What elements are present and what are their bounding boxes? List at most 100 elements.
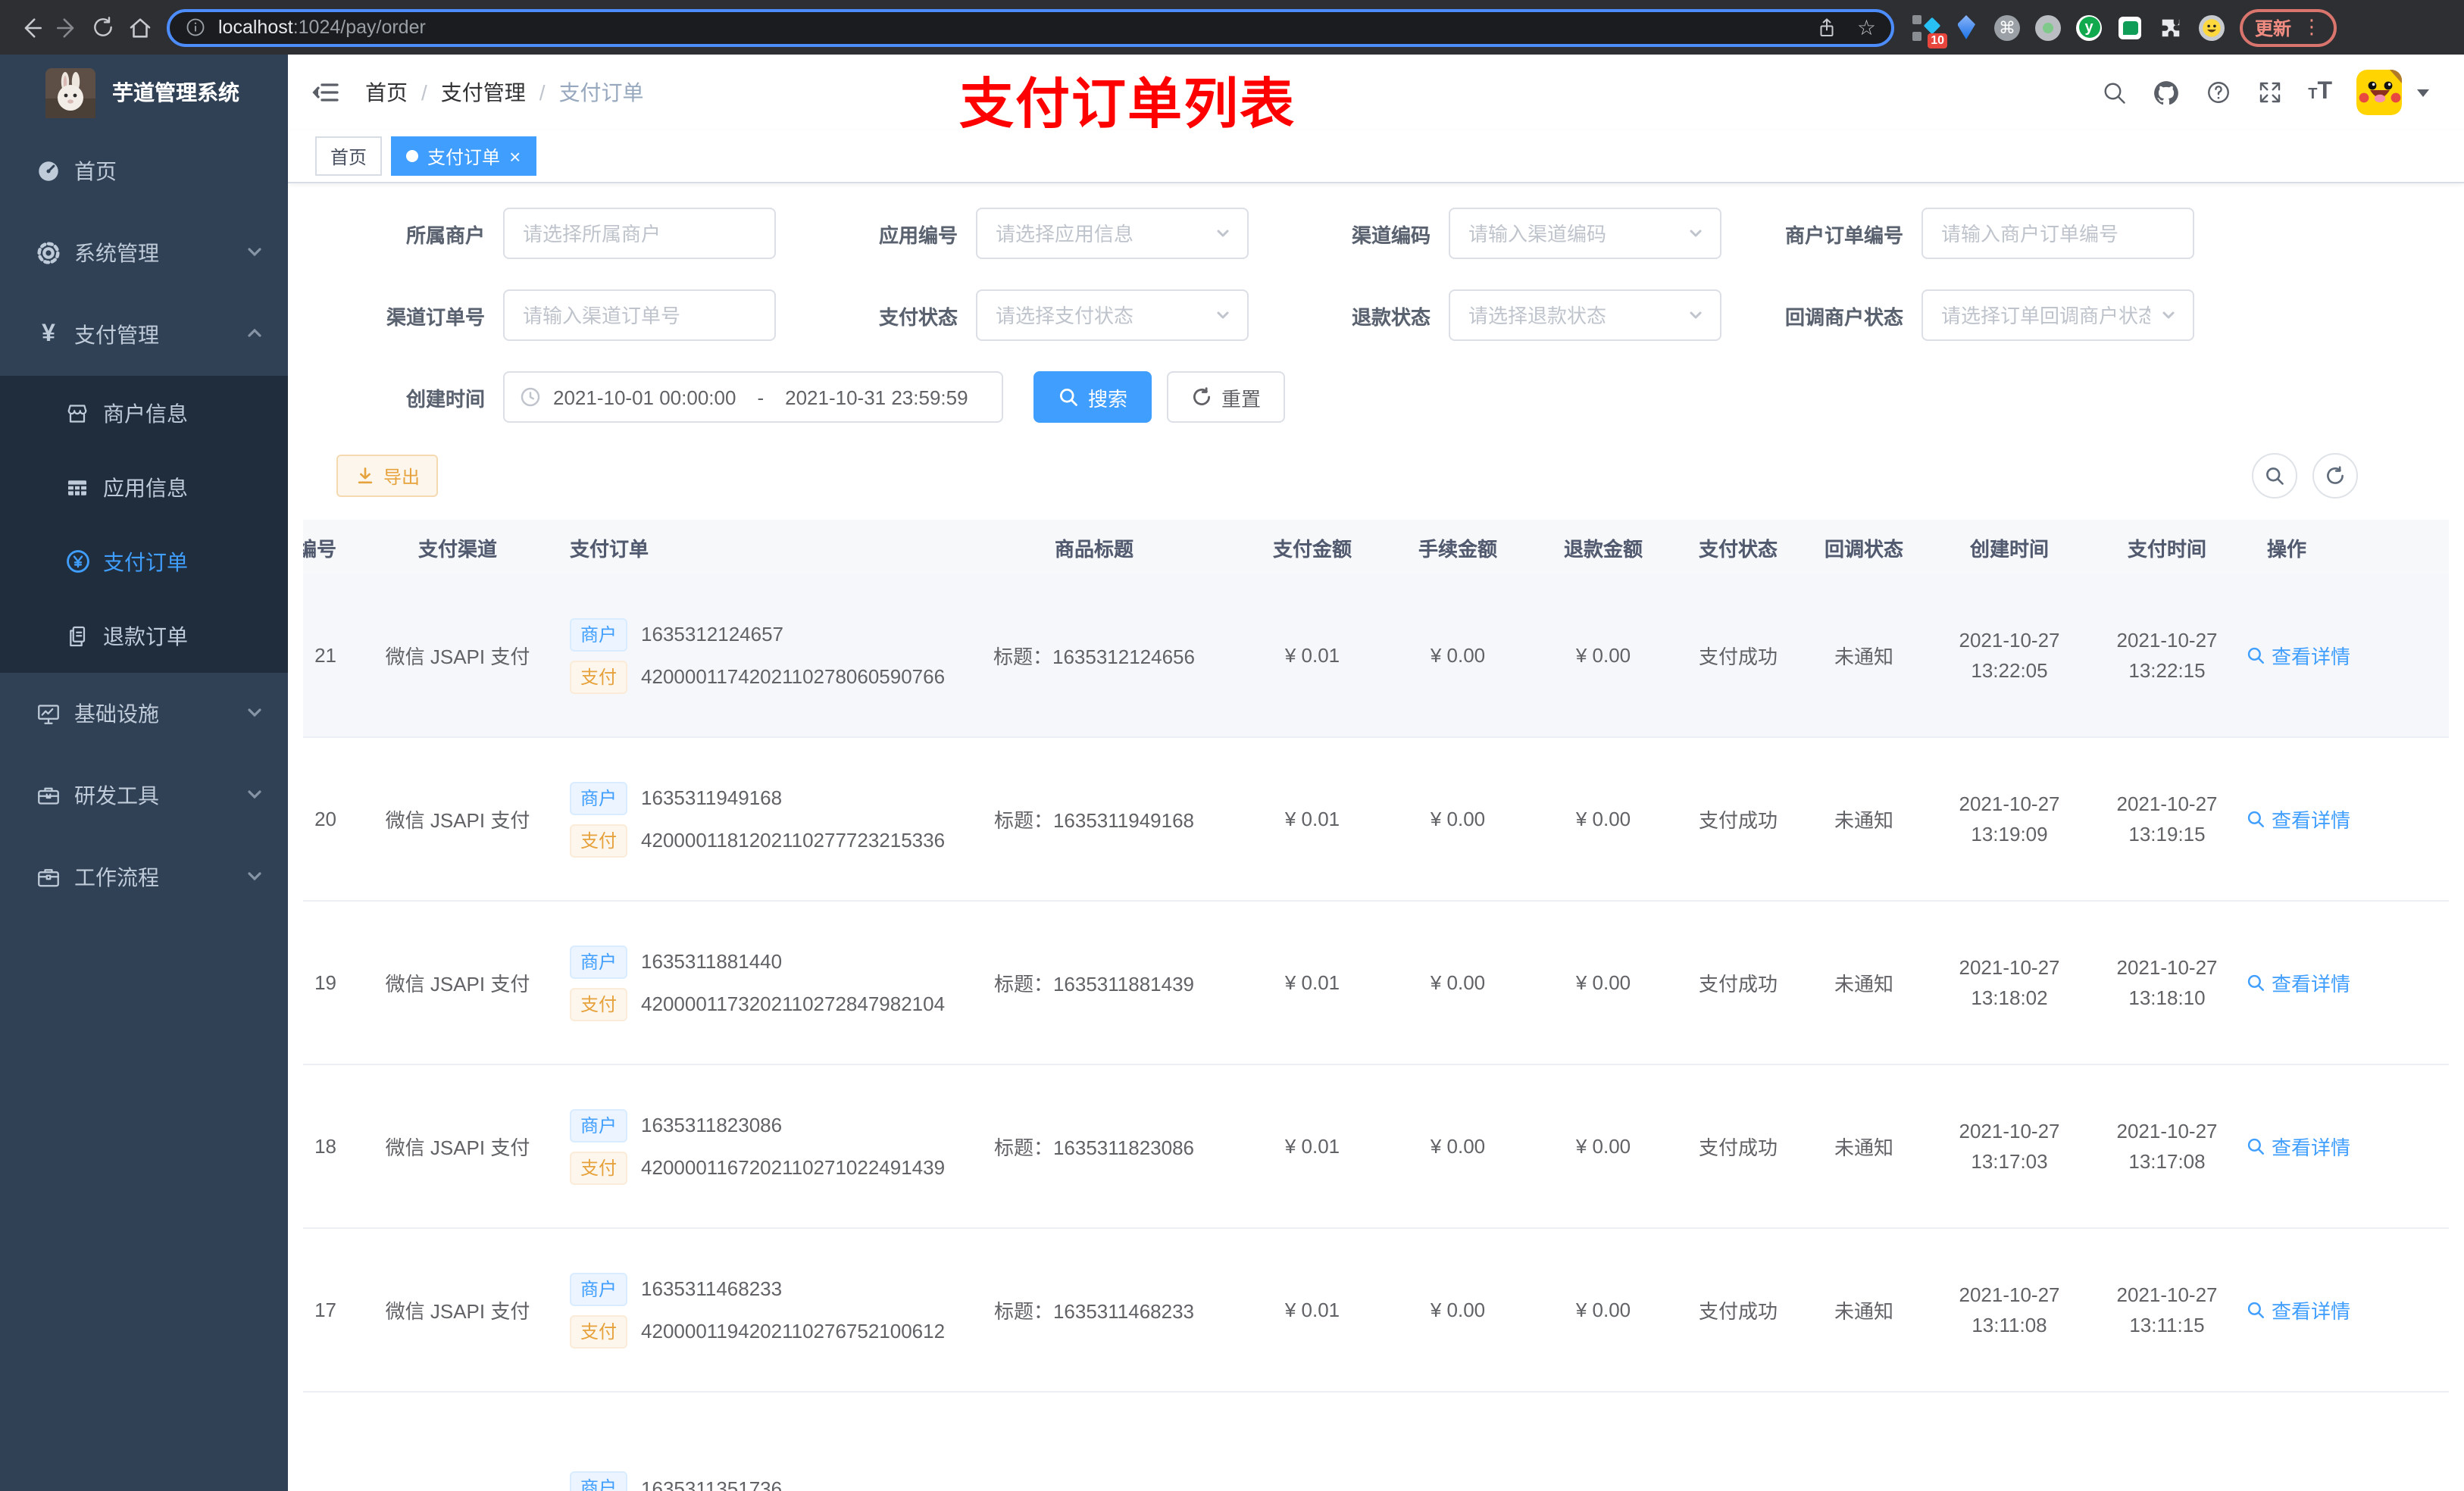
sidebar-item-payment[interactable]: ¥ 支付管理: [0, 294, 288, 376]
extension-dot-icon[interactable]: [2035, 14, 2061, 40]
reset-button[interactable]: 重置: [1167, 371, 1286, 423]
sidebar-item-pay-order[interactable]: 支付订单: [0, 524, 288, 599]
view-detail-link[interactable]: 查看详情: [2246, 1132, 2350, 1161]
github-icon[interactable]: [2152, 78, 2181, 107]
avatar[interactable]: [2356, 70, 2402, 115]
bookmark-star-icon[interactable]: ☆: [1857, 17, 1876, 38]
app-logo[interactable]: 芋道管理系统: [0, 55, 288, 130]
app-select-input[interactable]: [993, 220, 1208, 246]
sidebar-item-home[interactable]: 首页: [0, 130, 288, 212]
view-detail-link[interactable]: 查看详情: [2246, 641, 2350, 670]
table-row[interactable]: 17 微信 JSAPI 支付 商户 1635311468233 支付 4200001…: [303, 1228, 2449, 1393]
sidebar-item-label: 支付管理: [74, 323, 159, 347]
chevron-up-icon: [245, 323, 264, 347]
notify-status: 未通知: [1800, 737, 1928, 902]
sidebar-item-infrastructure[interactable]: 基础设施: [0, 673, 288, 755]
app-title: 芋道管理系统: [112, 80, 239, 105]
browser-back-button[interactable]: [12, 9, 48, 45]
breadcrumb-home[interactable]: 首页: [365, 77, 408, 108]
pay-status-select[interactable]: [976, 289, 1249, 341]
pay-no: 4200001174202110278060590766: [641, 665, 946, 688]
table-row[interactable]: 21 微信 JSAPI 支付 商户 1635312124657 支付 4200001…: [303, 574, 2449, 738]
merchant-no: 1635311823086: [641, 1114, 783, 1136]
tags-view-bar: 首页 支付订单 ×: [288, 130, 2464, 183]
sidebar-item-label: 退款订单: [103, 624, 188, 648]
filter-label: 应用编号: [878, 223, 958, 246]
extension-chat-icon[interactable]: [2117, 14, 2143, 40]
browser-menu-icon[interactable]: ⋮: [2302, 15, 2322, 39]
search-icon[interactable]: [2100, 79, 2128, 106]
channel-order-no-input[interactable]: [520, 302, 759, 328]
browser-reload-button[interactable]: [85, 9, 121, 45]
notify-status-input[interactable]: [1938, 302, 2153, 328]
extension-kite-icon[interactable]: [1953, 14, 1979, 40]
pay-status: 支付成功: [1676, 574, 1800, 738]
extension-grid-icon[interactable]: 10: [1912, 14, 1947, 48]
sidebar-toggle-icon[interactable]: [311, 77, 341, 108]
merchant-select-input[interactable]: [520, 220, 759, 246]
pay-channel: 微信 JSAPI 支付: [358, 574, 558, 738]
table-row[interactable]: 19 微信 JSAPI 支付 商户 1635311881440 支付 4200001…: [303, 901, 2449, 1065]
extension-emoji-icon[interactable]: [2199, 14, 2225, 40]
channel-code-input[interactable]: [1465, 220, 1681, 246]
share-icon[interactable]: [1816, 16, 1839, 39]
toggle-search-button[interactable]: [2252, 453, 2297, 499]
fullscreen-icon[interactable]: [2256, 79, 2284, 106]
site-info-icon[interactable]: [185, 17, 206, 38]
refund-amount: ¥ 0.00: [1531, 901, 1676, 1065]
search-button[interactable]: 搜索: [1033, 371, 1152, 423]
pay-status: 支付成功: [1676, 901, 1800, 1065]
refund-status-select[interactable]: [1449, 289, 1721, 341]
export-button[interactable]: 导出: [336, 455, 439, 497]
browser-home-button[interactable]: [121, 9, 158, 45]
pay-status-input[interactable]: [993, 302, 1208, 328]
browser-update-button[interactable]: 更新 ⋮: [2240, 8, 2337, 46]
help-icon[interactable]: [2205, 79, 2232, 106]
filter-label: 渠道订单号: [386, 305, 485, 328]
app-select[interactable]: [976, 208, 1249, 259]
font-size-icon[interactable]: TT: [2308, 80, 2332, 105]
header-action: 操作: [2243, 520, 2449, 574]
refund-status-input[interactable]: [1465, 302, 1681, 328]
table-row[interactable]: 18 微信 JSAPI 支付 商户 1635311823086 支付 4200001…: [303, 1064, 2449, 1229]
chevron-down-icon: [245, 241, 264, 265]
channel-code-select[interactable]: [1449, 208, 1721, 259]
view-detail-link[interactable]: 查看详情: [2246, 1296, 2350, 1324]
header-pay-time: 支付时间: [2091, 520, 2243, 574]
merchant-select[interactable]: [503, 208, 776, 259]
sidebar-item-dev-tools[interactable]: 研发工具: [0, 755, 288, 836]
sidebar-item-workflow[interactable]: 工作流程: [0, 836, 288, 918]
refresh-button[interactable]: [2312, 453, 2358, 499]
view-detail-link[interactable]: 查看详情: [2246, 805, 2350, 833]
sidebar-item-merchant-info[interactable]: 商户信息: [0, 376, 288, 450]
extension-command-icon[interactable]: ⌘: [1994, 14, 2020, 40]
payment-submenu: 商户信息 应用信息 支付订单 退款订单: [0, 376, 288, 673]
notify-status-select[interactable]: [1921, 289, 2194, 341]
channel-order-no-field[interactable]: [503, 289, 776, 341]
address-bar[interactable]: localhost:1024/pay/order ☆: [167, 8, 1894, 46]
breadcrumb-payment[interactable]: 支付管理: [441, 77, 526, 108]
sidebar-item-refund-order[interactable]: 退款订单: [0, 599, 288, 673]
merchant-order-no-input[interactable]: [1938, 220, 2178, 246]
header-order: 支付订单: [558, 520, 949, 574]
view-detail-link[interactable]: 查看详情: [2246, 968, 2350, 997]
extension-puzzle-icon[interactable]: [2158, 14, 2184, 40]
browser-forward-button[interactable]: [48, 9, 85, 45]
close-icon[interactable]: ×: [509, 145, 521, 167]
table-row[interactable]: 20 微信 JSAPI 支付 商户 1635311949168 支付 4200001…: [303, 737, 2449, 902]
filter-app: 应用编号: [776, 208, 1249, 259]
pay-amount: ¥ 0.01: [1240, 901, 1385, 1065]
yen-icon: ¥: [42, 321, 55, 347]
avatar-caret-icon[interactable]: [2417, 89, 2429, 96]
merchant-no: 1635311468233: [641, 1277, 783, 1300]
extension-y-icon[interactable]: y: [2076, 14, 2102, 40]
tab-home[interactable]: 首页: [315, 136, 383, 176]
header-fee: 手续金额: [1385, 520, 1531, 574]
tab-pay-order[interactable]: 支付订单 ×: [391, 136, 536, 176]
date-range-picker[interactable]: 2021-10-01 00:00:00 - 2021-10-31 23:59:5…: [503, 371, 1003, 423]
sidebar-item-app-info[interactable]: 应用信息: [0, 450, 288, 524]
chevron-down-icon: [1687, 306, 1705, 324]
pay-order-cell: 商户 1635311823086 支付 4200001167202110271022…: [558, 1064, 949, 1229]
sidebar-item-system[interactable]: 系统管理: [0, 212, 288, 294]
merchant-order-no-field[interactable]: [1921, 208, 2194, 259]
